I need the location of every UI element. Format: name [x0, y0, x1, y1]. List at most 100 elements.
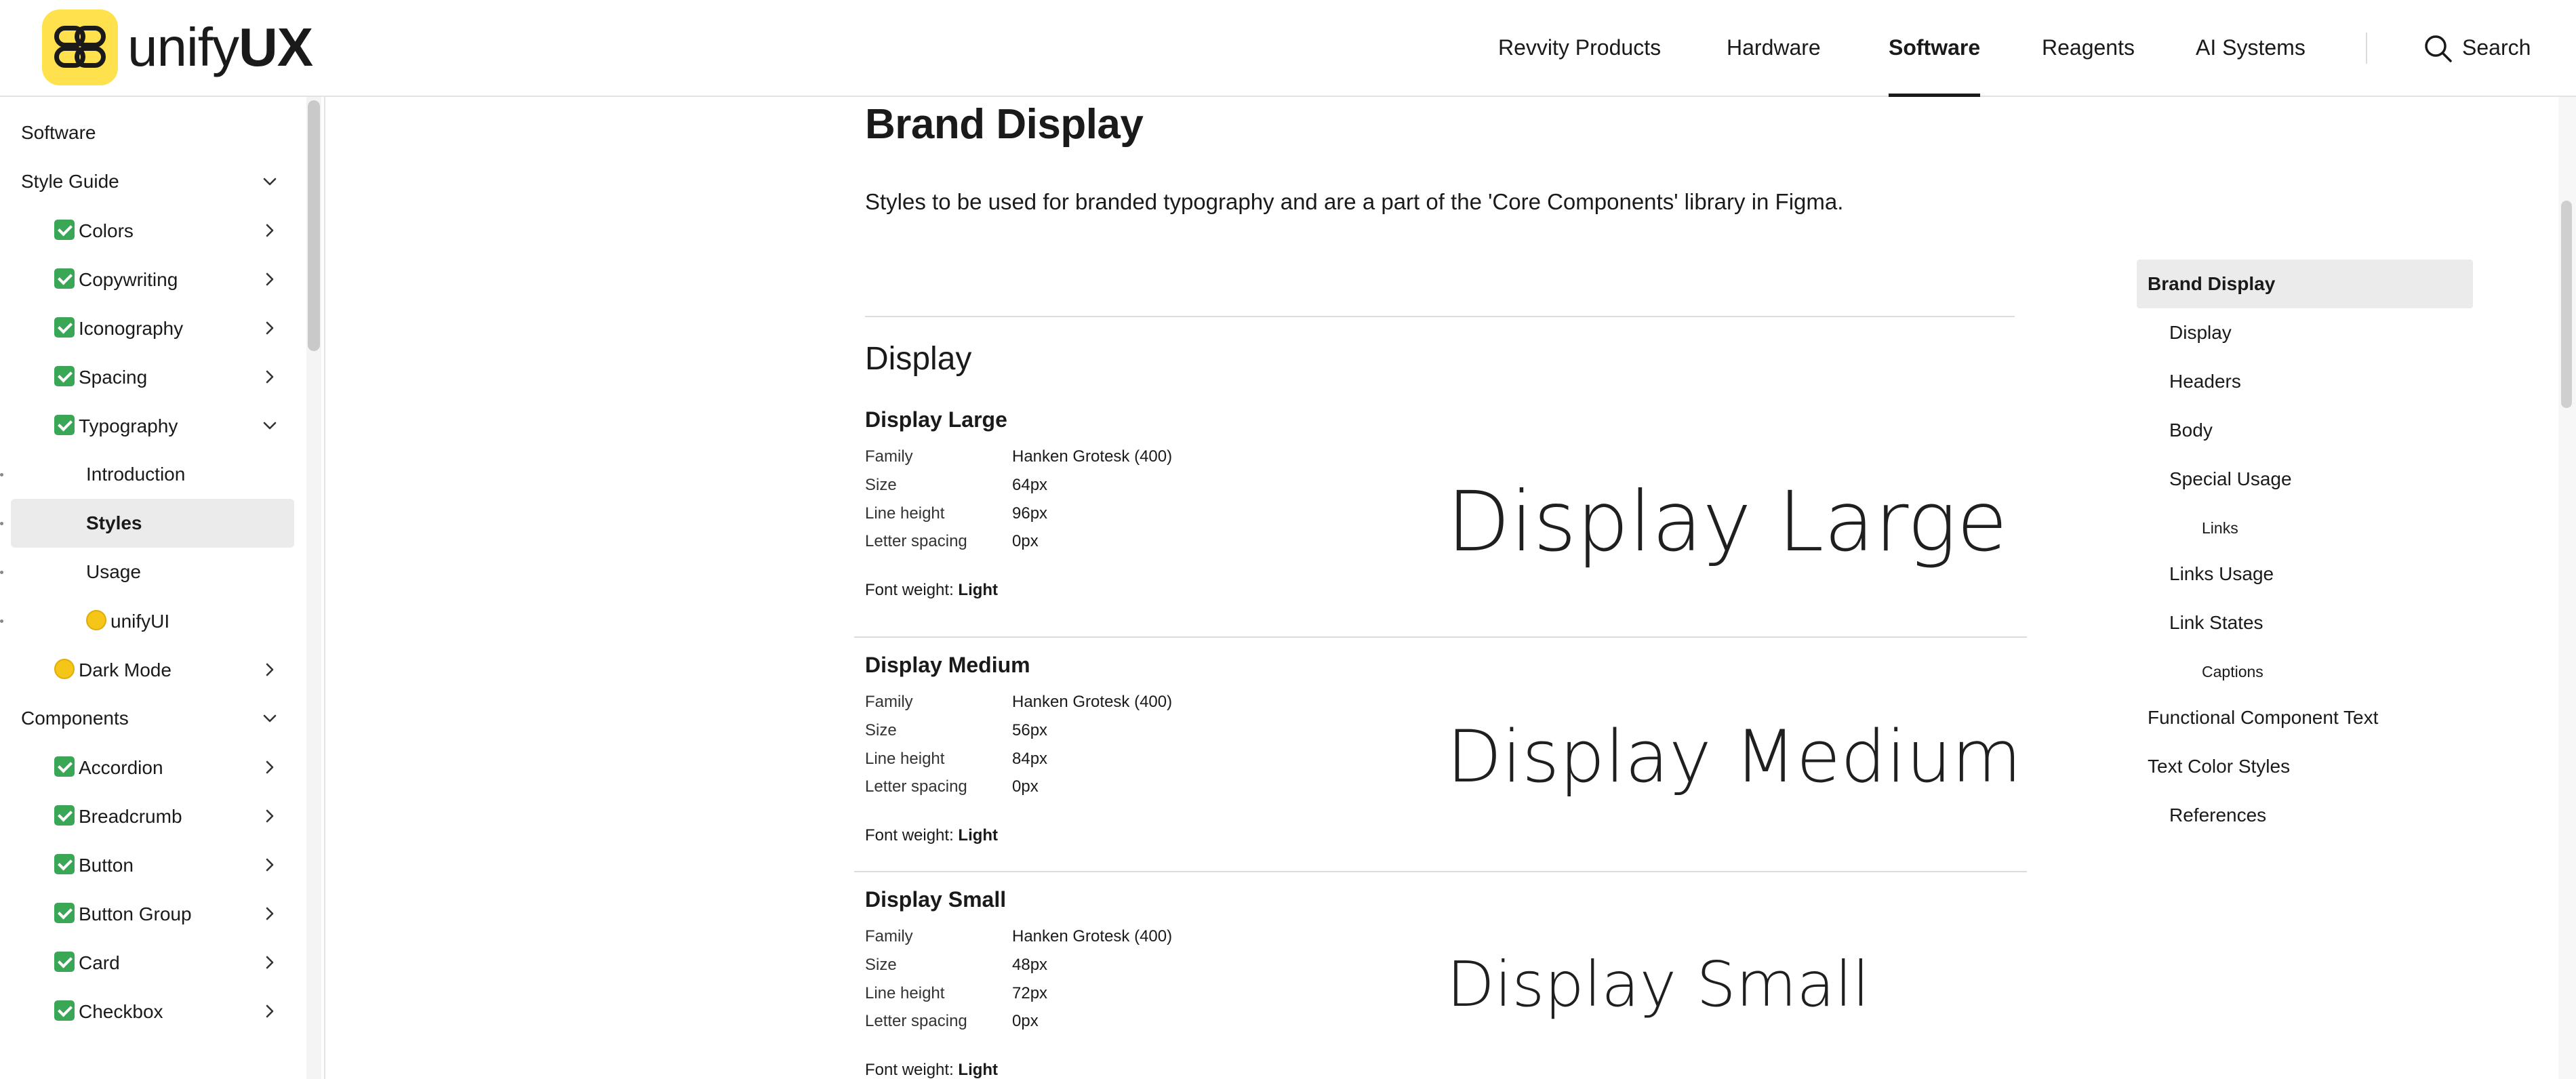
chevron-right-icon[interactable] [259, 659, 281, 680]
toc-item-special-usage[interactable]: Special Usage [2137, 455, 2473, 504]
sidebar-item-spacing[interactable]: Spacing [0, 352, 298, 401]
sidebar-item-typography[interactable]: Typography [0, 401, 298, 450]
prop-label-family: Family [865, 693, 913, 711]
sidebar-item-label: Software [21, 122, 96, 143]
nav-hardware[interactable]: Hardware [1727, 0, 1821, 96]
search-icon [2425, 35, 2452, 62]
toc-item-links[interactable]: Links [2137, 504, 2473, 552]
chevron-right-icon[interactable] [259, 805, 281, 827]
sidebar-item-introduction[interactable]: Introduction [0, 450, 298, 499]
tree-guide-dot [0, 473, 3, 476]
nav-ai-systems[interactable]: AI Systems [2196, 0, 2306, 96]
sidebar-item-card[interactable]: Card [0, 938, 298, 987]
sidebar-item-accordion[interactable]: Accordion [0, 743, 298, 792]
prop-value-family: Hanken Grotesk (400) [1012, 693, 1173, 711]
chevron-right-icon[interactable] [259, 1000, 281, 1022]
chevron-down-icon[interactable] [259, 171, 281, 192]
sidebar-item-label: Colors [54, 219, 134, 242]
sidebar-item-label: Accordion [54, 756, 163, 779]
sidebar-item-iconography[interactable]: Iconography [0, 304, 298, 352]
toc-item-references[interactable]: References [2137, 791, 2473, 840]
checkmark-icon [54, 951, 75, 972]
toc-item-text-color-styles[interactable]: Text Color Styles [2137, 742, 2473, 791]
toc-item-body[interactable]: Body [2137, 406, 2473, 455]
sidebar-item-label: Spacing [54, 365, 147, 388]
prop-label-size: Size [865, 956, 897, 974]
chevron-right-icon[interactable] [259, 317, 281, 339]
sidebar-item-button-group[interactable]: Button Group [0, 889, 298, 938]
sidebar-item-breadcrumb[interactable]: Breadcrumb [0, 792, 298, 840]
chevron-right-icon[interactable] [259, 903, 281, 924]
sidebar-item-label: unifyUI [86, 609, 169, 632]
chevron-right-icon[interactable] [259, 220, 281, 241]
sidebar-item-colors[interactable]: Colors [0, 206, 298, 255]
prop-value-family: Hanken Grotesk (400) [1012, 447, 1173, 466]
toc-item-brand-display[interactable]: Brand Display [2137, 260, 2473, 308]
unifyux-logo[interactable]: unifyUX [42, 9, 313, 85]
checkmark-icon [54, 365, 75, 386]
sidebar-item-unifyui[interactable]: unifyUI [0, 596, 298, 645]
style-name: Display Small [865, 887, 1007, 912]
chevron-down-icon[interactable] [259, 708, 281, 729]
prop-label-size: Size [865, 476, 897, 494]
sidebar-item-button[interactable]: Button [0, 840, 298, 889]
top-header: unifyUX Revvity Products Hardware Softwa… [0, 0, 2576, 97]
prop-label-letter-spacing: Letter spacing [865, 777, 967, 796]
sidebar-item-label: Button [54, 853, 134, 876]
sidebar-item-copywriting[interactable]: Copywriting [0, 255, 298, 304]
nav-divider [2366, 33, 2367, 64]
toc-item-link-states[interactable]: Link States [2137, 598, 2473, 647]
chevron-right-icon[interactable] [259, 854, 281, 876]
block-divider [854, 636, 2027, 638]
checkmark-icon [54, 805, 75, 826]
style-name: Display Large [865, 407, 1007, 432]
page-title: Brand Display [865, 101, 1144, 148]
toc-item-functional-component-text[interactable]: Functional Component Text [2137, 693, 2473, 742]
sidebar-item-checkbox[interactable]: Checkbox [0, 987, 298, 1036]
sidebar-item-label: Introduction [86, 464, 186, 485]
sidebar-item-label: Components [21, 708, 129, 729]
sidebar-item-style-guide[interactable]: Style Guide [0, 157, 298, 206]
yellow-circle-icon [54, 658, 75, 679]
prop-label-line-height: Line height [865, 504, 945, 523]
font-weight-line: Font weight: Light [865, 581, 999, 599]
chevron-right-icon[interactable] [259, 952, 281, 973]
prop-value-letter-spacing: 0px [1012, 1012, 1039, 1030]
sidebar-item-label: Usage [86, 561, 141, 582]
search-button[interactable]: Search [2423, 0, 2531, 96]
sidebar-item-usage[interactable]: Usage [0, 548, 298, 596]
chevron-down-icon[interactable] [259, 415, 281, 436]
chevron-right-icon[interactable] [259, 756, 281, 778]
toc-item-display[interactable]: Display [2137, 308, 2473, 357]
sidebar-item-dark-mode[interactable]: Dark Mode [0, 645, 298, 694]
chevron-right-icon[interactable] [259, 268, 281, 290]
sidebar-item-software[interactable]: Software [0, 108, 298, 157]
tree-guide-dot [0, 522, 3, 525]
toc-item-links-usage[interactable]: Links Usage [2137, 550, 2473, 598]
nav-software[interactable]: Software [1889, 0, 1981, 97]
checkmark-icon [54, 853, 75, 874]
prop-value-line-height: 96px [1012, 504, 1048, 523]
chevron-right-icon[interactable] [259, 366, 281, 388]
sidebar-item-label: Dark Mode [54, 658, 172, 681]
section-divider [865, 316, 2015, 317]
checkmark-icon [54, 1000, 75, 1021]
toc-item-headers[interactable]: Headers [2137, 357, 2473, 406]
checkmark-icon [54, 902, 75, 923]
sidebar-item-styles[interactable]: Styles [11, 499, 294, 548]
sample-display-large: Display Large [1447, 474, 2008, 570]
sample-display-medium: Display Medium [1447, 715, 2022, 798]
prop-label-size: Size [865, 721, 897, 739]
font-weight-line: Font weight: Light [865, 826, 999, 844]
nav-revvity-products[interactable]: Revvity Products [1498, 0, 1661, 96]
nav-reagents[interactable]: Reagents [2042, 0, 2135, 96]
toc-item-captions[interactable]: Captions [2137, 647, 2473, 696]
sidebar-item-label: Card [54, 951, 120, 974]
tree-guide-dot [0, 571, 3, 574]
checkmark-icon [54, 756, 75, 777]
sidebar-item-label: Copywriting [54, 268, 178, 291]
prop-value-size: 48px [1012, 956, 1048, 974]
page-scrollbar-thumb[interactable] [2561, 201, 2572, 408]
sidebar-item-components[interactable]: Components [0, 694, 298, 743]
yellow-circle-icon [86, 609, 106, 630]
